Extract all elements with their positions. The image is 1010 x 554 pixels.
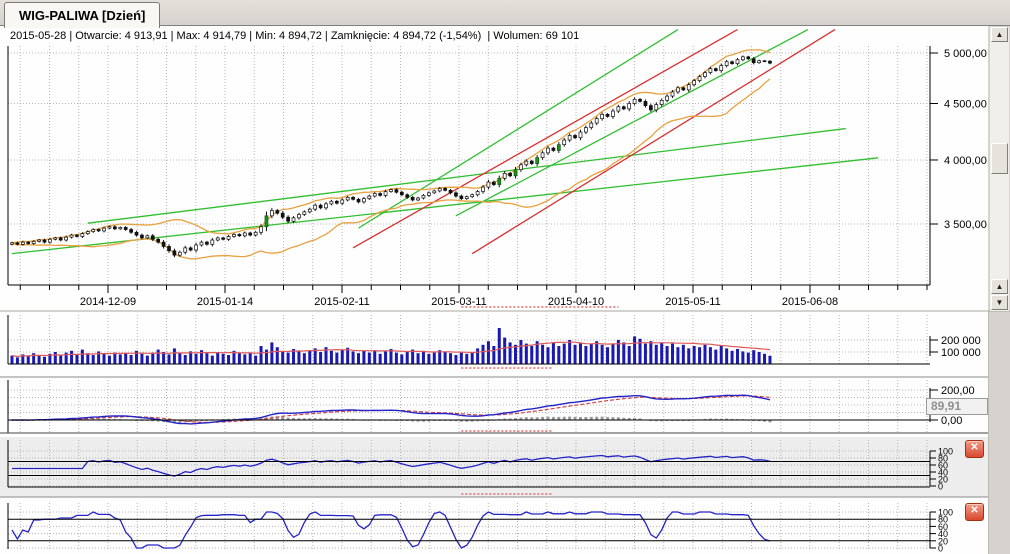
scrollbar-thumb[interactable] (991, 143, 1008, 174)
app-window: WIG-PALIWA [Dzień] 5 000,00 4 500,00 4 000… (0, 0, 1010, 554)
tab-bar: WIG-PALIWA [Dzień] (0, 0, 1010, 28)
price-scrollbar[interactable]: ▲ ▲ ▼ (990, 27, 1009, 311)
scroll-up-icon-2: ▲ (995, 282, 1004, 291)
window-edge-divider (988, 311, 989, 554)
close-indicator-stochastic-button[interactable]: ✕ (965, 503, 984, 521)
scroll-up-button[interactable]: ▲ (991, 27, 1008, 42)
tab-label: WIG-PALIWA [Dzień] (19, 8, 146, 23)
close-indicator-rsi-button[interactable]: ✕ (965, 440, 984, 458)
close-icon: ✕ (970, 442, 979, 453)
quote-info-bar: 2015-05-28 | Otwarcie: 4 913,91 | Max: 4… (10, 30, 580, 42)
macd-last-value-badge: 89,91 (926, 398, 988, 415)
scroll-up-button-2[interactable]: ▲ (991, 279, 1008, 294)
scroll-up-icon: ▲ (995, 30, 1004, 39)
tab-wig-paliwa[interactable]: WIG-PALIWA [Dzień] (4, 2, 161, 28)
scroll-down-icon: ▼ (995, 298, 1004, 307)
close-icon-2: ✕ (970, 505, 979, 516)
chart-window (0, 26, 988, 554)
scroll-down-button[interactable]: ▼ (991, 295, 1008, 310)
